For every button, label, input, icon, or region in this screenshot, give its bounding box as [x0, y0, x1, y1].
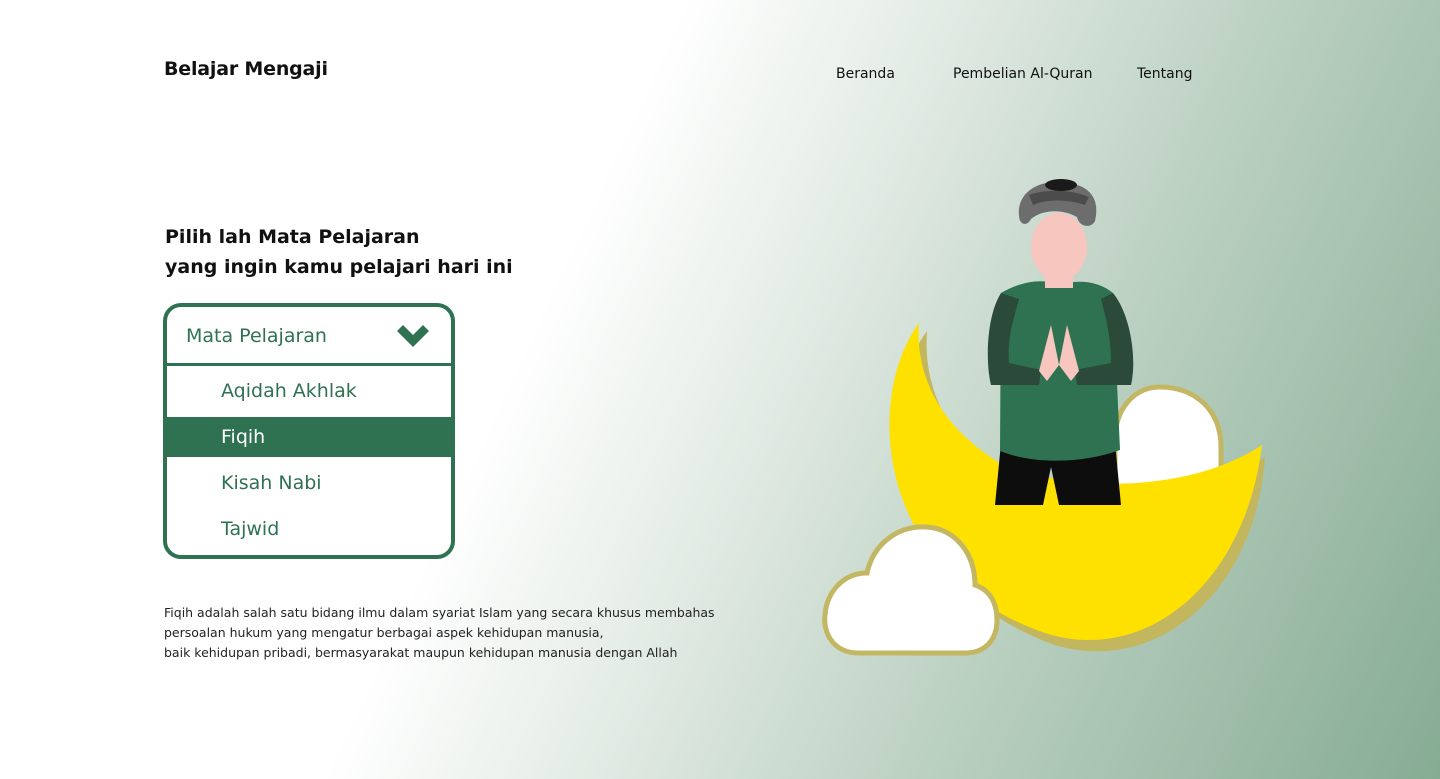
description-line-2: persoalan hukum yang mengatur berbagai a…	[164, 625, 604, 640]
subject-option-label: Kisah Nabi	[221, 472, 322, 494]
subject-dropdown-label: Mata Pelajaran	[186, 325, 327, 347]
subject-option-fiqih[interactable]: Fiqih	[167, 417, 451, 457]
subject-dropdown-toggle[interactable]: Mata Pelajaran	[167, 307, 451, 366]
description-line-3: baik kehidupan pribadi, bermasyarakat ma…	[164, 645, 678, 660]
nav-link-beranda[interactable]: Beranda	[836, 66, 895, 82]
subject-dropdown[interactable]: Mata Pelajaran Aqidah Akhlak Fiqih Kisah…	[163, 303, 455, 559]
nav-link-pembelian-al-quran[interactable]: Pembelian Al-Quran	[953, 66, 1093, 82]
praying-person-on-crescent-illustration	[822, 179, 1265, 656]
subject-option-kisah-nabi[interactable]: Kisah Nabi	[167, 463, 451, 503]
subject-option-label: Fiqih	[221, 426, 266, 448]
headline-line-1: Pilih lah Mata Pelajaran	[165, 226, 420, 248]
top-nav: Beranda Pembelian Al-Quran Tentang	[0, 66, 1440, 86]
description-line-1: Fiqih adalah salah satu bidang ilmu dala…	[164, 605, 715, 620]
subject-option-label: Aqidah Akhlak	[221, 380, 357, 402]
praying-person-figure	[987, 179, 1134, 505]
subject-option-aqidah-akhlak[interactable]: Aqidah Akhlak	[167, 371, 451, 411]
subject-option-label: Tajwid	[221, 518, 280, 540]
subject-description: Fiqih adalah salah satu bidang ilmu dala…	[164, 603, 784, 663]
subject-option-tajwid[interactable]: Tajwid	[167, 509, 451, 549]
headline-line-2: yang ingin kamu pelajari hari ini	[165, 256, 513, 278]
page-headline: Pilih lah Mata Pelajaran yang ingin kamu…	[165, 222, 585, 282]
chevron-down-icon	[397, 325, 429, 347]
nav-link-tentang[interactable]: Tentang	[1137, 66, 1193, 82]
